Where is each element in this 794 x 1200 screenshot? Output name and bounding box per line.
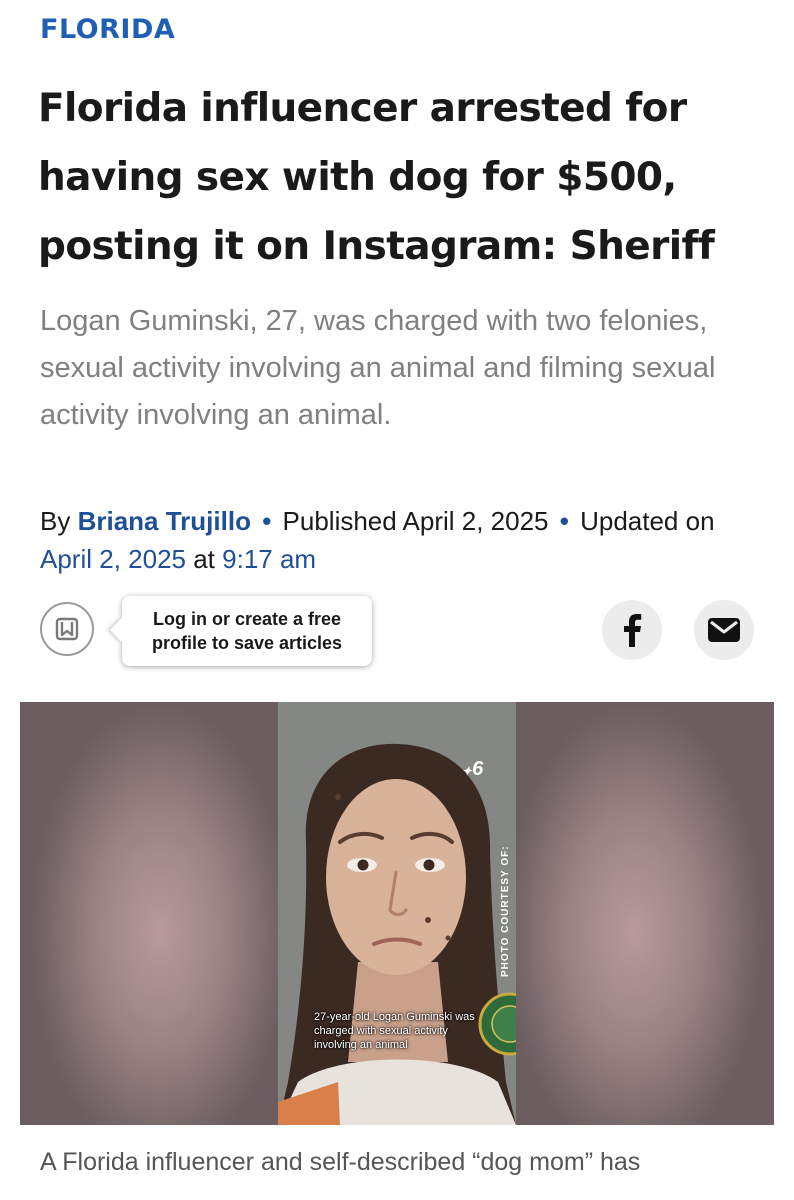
photo-caption: 27-year-old Logan Guminski was charged w… [314, 1011, 475, 1051]
share-facebook-button[interactable] [602, 600, 662, 660]
article-dek: Logan Guminski, 27, was charged with two… [40, 305, 716, 431]
byline-separator: • [262, 506, 272, 536]
byline-by: By [40, 506, 71, 536]
photo-blur-right [516, 702, 774, 1125]
article-photo[interactable]: ✦6 PHOTO COURTESY OF: 27-year-old Logan … [20, 702, 774, 1125]
updated-date: April 2, 2025 [40, 544, 186, 574]
published-date: Published April 2, 2025 [282, 506, 549, 536]
station-logo-text: 6 [472, 758, 484, 780]
station-logo: ✦6 [462, 758, 483, 781]
headline: Florida influencer arrested for having s… [38, 86, 715, 269]
share-email-button[interactable] [694, 600, 754, 660]
mugshot-photo: ✦6 PHOTO COURTESY OF: 27-year-old Logan … [278, 702, 516, 1125]
section-label[interactable]: FLORIDA [40, 14, 175, 45]
save-articles-tooltip: Log in or create a free profile to save … [122, 596, 372, 666]
save-articles-tooltip-text: Log in or create a free profile to save … [151, 609, 343, 653]
email-icon [708, 618, 740, 642]
save-article-button[interactable] [40, 602, 94, 656]
facebook-icon [624, 614, 642, 647]
at-label: at [193, 544, 215, 574]
byline-separator: • [559, 506, 569, 536]
bookmark-icon [55, 617, 79, 641]
updated-time: 9:17 am [222, 544, 317, 574]
nbc-peacock-icon: ✦ [462, 764, 473, 778]
article-toolbar: Log in or create a free profile to save … [0, 596, 794, 676]
updated-label: Updated [580, 506, 679, 536]
author-link[interactable]: Briana Trujillo [78, 506, 251, 536]
article-body-first-line: A Florida influencer and self-described … [40, 1148, 641, 1176]
byline: By Briana Trujillo • Published April 2, … [40, 502, 770, 578]
photo-blur-left [20, 702, 278, 1125]
on-label: on [685, 506, 715, 536]
photo-credit: PHOTO COURTESY OF: [500, 845, 511, 977]
